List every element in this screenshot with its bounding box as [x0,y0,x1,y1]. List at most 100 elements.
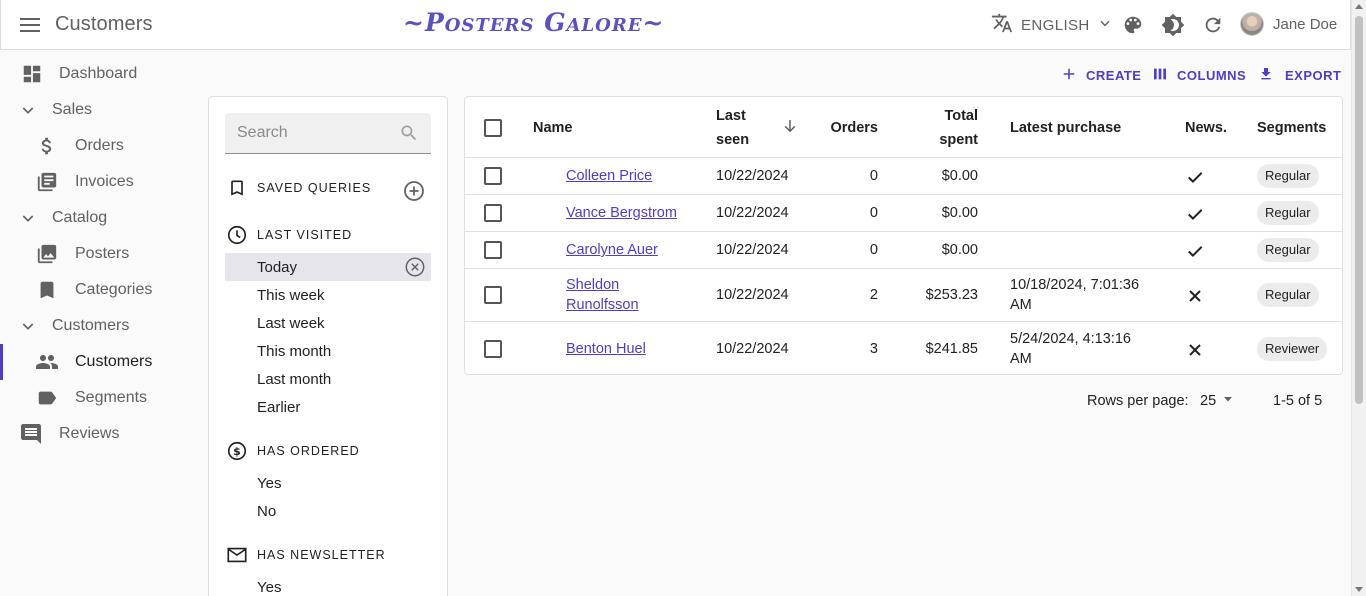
scroll-up-arrow-icon[interactable] [1355,4,1363,9]
filter-option-label: This week [257,286,325,304]
add-circle-icon[interactable] [402,179,426,203]
customer-name-link[interactable]: Carolyne Auer [566,240,658,260]
chevron-down-icon [16,206,40,230]
filter-option-label: Yes [257,578,282,596]
svg-text:$: $ [233,445,241,458]
sidebar-item-customers[interactable]: Customers [0,344,200,380]
table-row[interactable]: Sheldon Runolfsson 10/22/2024 2 $253.23 … [465,269,1342,322]
sort-arrow-down-icon[interactable] [781,117,799,140]
filter-option-label: Yes [257,474,282,492]
table-row[interactable]: Benton Huel 10/22/2024 3 $241.85 5/24/20… [465,322,1342,374]
dashboard-icon [20,62,44,86]
language-selector[interactable]: ENGLISH [991,12,1112,38]
table-row[interactable]: Carolyne Auer 10/22/2024 0 $0.00 Regular [465,232,1342,269]
sidebar-item-posters[interactable]: Posters [0,236,200,272]
sidebar-item-invoices[interactable]: Invoices [0,164,200,200]
scroll-thumb[interactable] [1355,16,1363,404]
customer-name-link[interactable]: Benton Huel [566,339,646,359]
customer-name-link[interactable]: Colleen Price [566,166,652,186]
create-label: CREATE [1086,67,1142,83]
filter-option-last-month[interactable]: Last month [225,365,431,393]
row-checkbox[interactable] [484,340,502,358]
section-title: HAS NEWSLETTER [257,548,386,562]
user-menu[interactable]: Jane Doe [1240,12,1337,36]
export-button[interactable]: EXPORT [1258,64,1341,86]
sidebar-group-sales[interactable]: Sales [0,92,200,128]
column-header-last-seen[interactable]: Last seen [716,104,749,152]
sidebar-group-label: Customers [52,317,130,334]
sidebar-item-segments[interactable]: Segments [0,380,200,416]
column-header-orders[interactable]: Orders [805,116,878,140]
rows-per-page: Rows per page: [1087,390,1189,412]
palette-icon[interactable] [1121,13,1145,37]
filter-option-earlier[interactable]: Earlier [225,393,431,421]
sidebar-item-orders[interactable]: Orders [0,128,200,164]
filter-option-last-week[interactable]: Last week [225,309,431,337]
select-all-checkbox[interactable] [484,119,502,137]
filter-option-ordered-yes[interactable]: Yes [225,469,431,497]
row-checkbox[interactable] [484,286,502,304]
rows-per-page-value: 25 [1200,393,1217,409]
search-field[interactable] [225,113,431,154]
last-seen-cell: 10/22/2024 [716,205,789,221]
sidebar-group-label: Sales [52,101,93,118]
row-checkbox[interactable] [484,167,502,185]
orders-cell: 0 [869,242,878,258]
page-title: Customers [55,13,153,35]
search-input[interactable] [225,113,395,153]
header-line: Last [716,108,746,124]
customer-name-link[interactable]: Vance Bergstrom [566,203,677,223]
filter-option-label: Today [257,258,298,276]
create-button[interactable]: CREATE [1062,64,1141,86]
row-checkbox[interactable] [484,241,502,259]
header-line: seen [716,132,750,148]
row-checkbox[interactable] [484,204,502,222]
table-row[interactable]: Vance Bergstrom 10/22/2024 0 $0.00 Regul… [465,195,1342,232]
name-line: Sheldon [566,277,620,293]
columns-button[interactable]: COLUMNS [1152,64,1246,86]
segment-chip: Regular [1257,164,1319,188]
orders-cell: 0 [869,205,878,221]
filter-option-label: This month [257,342,332,360]
column-header-latest-purchase[interactable]: Latest purchase [1010,116,1121,140]
rows-per-page-select[interactable]: 25 [1200,390,1234,412]
filter-option-this-month[interactable]: This month [225,337,431,365]
filter-option-today[interactable]: Today [225,253,431,281]
pagination-range-text: 1-5 of 5 [1273,393,1323,409]
table-row[interactable]: Colleen Price 10/22/2024 0 $0.00 Regular [465,158,1342,195]
sidebar-item-label: Posters [75,245,130,262]
scroll-down-arrow-icon[interactable] [1355,587,1363,592]
sidebar-item-dashboard[interactable]: Dashboard [0,56,200,92]
orders-cell: 2 [869,287,878,303]
total-spent-cell: $241.85 [925,341,978,357]
caret-down-icon [1222,393,1234,409]
customer-name-link[interactable]: Sheldon Runolfsson [566,275,639,315]
segment-chip: Reviewer [1257,337,1328,361]
column-header-name[interactable]: Name [533,116,573,140]
header-line: spent [939,132,978,148]
filter-option-newsletter-yes[interactable]: Yes [225,573,431,596]
filter-option-label: Earlier [257,398,301,416]
theme-toggle-icon[interactable] [1161,13,1185,37]
refresh-icon[interactable] [1201,13,1225,37]
cross-icon [1185,286,1205,311]
clear-filter-icon[interactable] [404,256,426,278]
check-icon [1185,167,1205,192]
date-line: 10/18/2024, 7:01:36 [1010,277,1140,293]
columns-icon [1152,66,1168,85]
menu-icon[interactable] [15,13,45,37]
filter-option-this-week[interactable]: This week [225,281,431,309]
column-header-newsletter[interactable]: News. [1185,116,1227,140]
filter-option-ordered-no[interactable]: No [225,497,431,525]
column-header-total-spent[interactable]: Total spent [898,104,978,152]
page-scrollbar[interactable] [1351,0,1366,596]
search-icon[interactable] [399,123,419,148]
sidebar-group-customers[interactable]: Customers [0,308,200,344]
download-icon [1258,66,1274,85]
filter-sidebar: SAVED QUERIES LAST VISITED Today This we… [208,96,448,596]
table-header-row: Name Last seen Orders Total spent Latest… [465,97,1342,158]
filter-option-label: Last month [257,370,332,388]
sidebar-group-catalog[interactable]: Catalog [0,200,200,236]
sidebar-item-reviews[interactable]: Reviews [0,416,200,452]
sidebar-item-categories[interactable]: Categories [0,272,200,308]
